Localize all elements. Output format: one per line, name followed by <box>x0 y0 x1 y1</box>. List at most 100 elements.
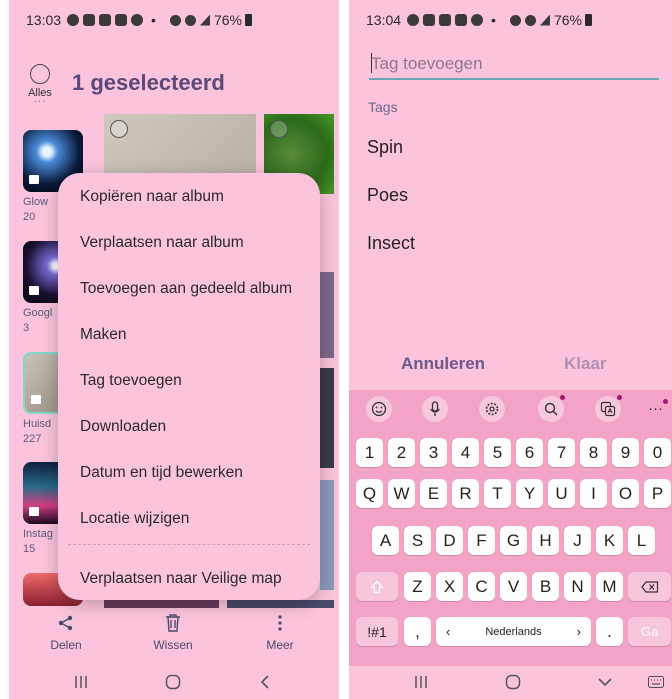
key-r[interactable]: R <box>452 479 479 508</box>
key-1[interactable]: 1 <box>356 438 383 467</box>
keyboard-icon[interactable] <box>646 672 666 692</box>
key-t[interactable]: T <box>484 479 511 508</box>
key-g[interactable]: G <box>500 526 527 555</box>
symbols-key[interactable]: !#1 <box>356 617 398 646</box>
key-v[interactable]: V <box>500 572 527 601</box>
key-n[interactable]: N <box>564 572 591 601</box>
twitter-icon <box>439 14 452 26</box>
menu-edit-date-time[interactable]: Datum en tijd bewerken <box>80 464 243 482</box>
key-8[interactable]: 8 <box>580 438 607 467</box>
photo-select-circle[interactable] <box>110 120 128 138</box>
key-3[interactable]: 3 <box>420 438 447 467</box>
tag-suggestion[interactable]: Poes <box>367 185 408 206</box>
sd-card-icon <box>29 175 39 184</box>
key-4[interactable]: 4 <box>452 438 479 467</box>
cancel-button[interactable]: Annuleren <box>401 354 485 374</box>
key-f[interactable]: F <box>468 526 495 555</box>
key-w[interactable]: W <box>388 479 415 508</box>
key-o[interactable]: O <box>612 479 639 508</box>
key-c[interactable]: C <box>468 572 495 601</box>
key-p[interactable]: P <box>644 479 671 508</box>
photo-select-circle[interactable] <box>270 120 288 138</box>
gear-icon[interactable] <box>479 396 505 422</box>
key-a[interactable]: A <box>372 526 399 555</box>
language-right-icon: › <box>576 624 581 639</box>
key-e[interactable]: E <box>420 479 447 508</box>
menu-change-location[interactable]: Locatie wijzigen <box>80 510 189 528</box>
more-label: Meer <box>266 638 294 652</box>
go-key[interactable]: Ga <box>628 617 671 646</box>
home-icon[interactable] <box>163 672 183 692</box>
menu-create[interactable]: Maken <box>80 326 127 344</box>
hide-keyboard-icon[interactable] <box>595 672 615 692</box>
key-j[interactable]: J <box>564 526 591 555</box>
spacebar[interactable]: ‹ Nederlands › <box>436 617 591 646</box>
key-z[interactable]: Z <box>404 572 431 601</box>
delete-button[interactable]: Wissen <box>138 612 208 652</box>
notification-icons <box>67 14 144 26</box>
navigation-bar <box>9 666 339 699</box>
photo-thumbnail[interactable] <box>320 368 334 468</box>
period-key[interactable]: . <box>596 617 623 646</box>
battery-percent: 76% <box>553 12 582 28</box>
menu-move-to-album[interactable]: Verplaatsen naar album <box>80 234 244 252</box>
done-button[interactable]: Klaar <box>564 354 607 374</box>
key-y[interactable]: Y <box>516 479 543 508</box>
back-icon[interactable] <box>255 672 275 692</box>
status-dot: • <box>151 12 156 28</box>
recent-apps-icon[interactable] <box>71 672 91 692</box>
photo-thumbnail[interactable] <box>320 480 334 590</box>
key-h[interactable]: H <box>532 526 559 555</box>
key-x[interactable]: X <box>436 572 463 601</box>
key-b[interactable]: B <box>532 572 559 601</box>
key-0[interactable]: 0 <box>644 438 671 467</box>
photo-thumbnail[interactable] <box>227 600 334 608</box>
telegram-icon <box>83 14 96 26</box>
select-all-toggle[interactable]: Alles ··· <box>27 64 53 107</box>
selection-title: 1 geselecteerd <box>72 70 225 95</box>
comma-key[interactable]: , <box>404 617 431 646</box>
shift-key[interactable] <box>356 572 398 601</box>
key-2[interactable]: 2 <box>388 438 415 467</box>
home-icon[interactable] <box>503 672 523 692</box>
system-icons <box>509 14 550 26</box>
key-u[interactable]: U <box>548 479 575 508</box>
more-button[interactable]: Meer <box>245 612 315 652</box>
key-q[interactable]: Q <box>356 479 383 508</box>
key-k[interactable]: K <box>596 526 623 555</box>
system-icons <box>169 14 210 26</box>
tag-input[interactable] <box>369 50 659 80</box>
select-all-checkbox[interactable] <box>30 64 50 84</box>
tag-suggestion[interactable]: Spin <box>367 137 403 158</box>
app-icon <box>455 14 468 26</box>
key-7[interactable]: 7 <box>548 438 575 467</box>
key-9[interactable]: 9 <box>612 438 639 467</box>
menu-download[interactable]: Downloaden <box>80 418 166 436</box>
share-button[interactable]: Delen <box>31 612 101 652</box>
menu-move-to-secure-folder[interactable]: Verplaatsen naar Veilige map <box>80 570 282 588</box>
status-bar: 13:04 • 76% <box>349 0 672 40</box>
backspace-key[interactable] <box>628 572 671 601</box>
key-m[interactable]: M <box>596 572 623 601</box>
more-horizontal-icon[interactable]: ··· <box>648 400 663 417</box>
key-l[interactable]: L <box>628 526 655 555</box>
key-i[interactable]: I <box>580 479 607 508</box>
microphone-icon[interactable] <box>422 396 448 422</box>
photo-thumbnail[interactable] <box>320 272 334 358</box>
search-icon[interactable] <box>538 395 565 422</box>
emoji-icon[interactable] <box>366 396 392 422</box>
recent-apps-icon[interactable] <box>411 672 431 692</box>
menu-add-tag[interactable]: Tag toevoegen <box>80 372 182 390</box>
key-s[interactable]: S <box>404 526 431 555</box>
status-time: 13:04 <box>366 12 402 28</box>
menu-add-to-shared-album[interactable]: Toevoegen aan gedeeld album <box>80 280 292 298</box>
key-5[interactable]: 5 <box>484 438 511 467</box>
battery-icon <box>244 14 252 26</box>
menu-copy-to-album[interactable]: Kopiëren naar album <box>80 188 224 206</box>
translate-icon[interactable] <box>595 395 622 422</box>
key-d[interactable]: D <box>436 526 463 555</box>
tag-suggestion[interactable]: Insect <box>367 233 415 254</box>
key-6[interactable]: 6 <box>516 438 543 467</box>
photo-thumbnail[interactable] <box>104 600 219 608</box>
alarm-icon <box>169 14 181 26</box>
